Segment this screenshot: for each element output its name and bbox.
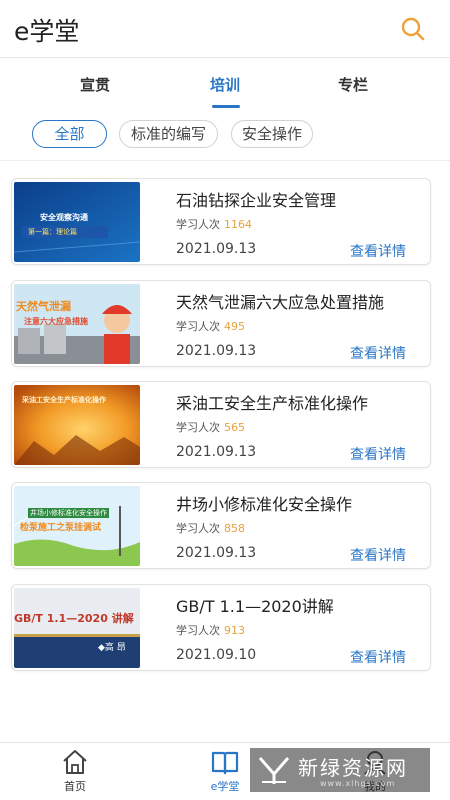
chip-all[interactable]: 全部 (32, 120, 107, 148)
learn-count: 565 (224, 421, 245, 434)
active-tab-indicator (212, 105, 240, 108)
thumb-text: 井场小修标准化安全操作 (28, 508, 109, 518)
view-detail-link[interactable]: 查看详情 (350, 647, 406, 667)
learn-count-row: 学习人次 495 (176, 320, 245, 333)
divider (0, 160, 450, 161)
course-date: 2021.09.13 (176, 241, 257, 257)
thumb-subtext: 注意六大应急措施 (24, 317, 88, 326)
thumb-text: GB/T 1.1—2020 讲解 (14, 612, 134, 625)
thumb-subtext: 检泵施工之泵挂调试 (20, 523, 102, 533)
learn-count: 913 (224, 624, 245, 637)
thumb-text: 采油工安全生产标准化操作 (22, 396, 106, 404)
course-thumbnail: 采油工安全生产标准化操作 (14, 385, 140, 465)
learn-count-row: 学习人次 565 (176, 421, 245, 434)
learn-count: 858 (224, 522, 245, 535)
chip-safety-operation[interactable]: 安全操作 (231, 120, 313, 148)
thumb-text: 安全观察沟通 (40, 213, 88, 222)
course-date: 2021.09.13 (176, 444, 257, 460)
view-detail-link[interactable]: 查看详情 (350, 545, 406, 565)
course-thumbnail: 安全观察沟通 第一篇：理论篇 (14, 182, 140, 262)
course-thumbnail: GB/T 1.1—2020 讲解 ◆高 昂 (14, 588, 140, 668)
course-title: 天然气泄漏六大应急处置措施 (176, 293, 385, 312)
view-detail-link[interactable]: 查看详情 (350, 444, 406, 464)
watermark-sub: www.xlhgs.com (320, 779, 396, 788)
course-card[interactable]: GB/T 1.1—2020 讲解 ◆高 昂 GB/T 1.1—2020讲解 学习… (11, 584, 431, 671)
course-date: 2021.09.13 (176, 343, 257, 359)
learn-count-row: 学习人次 1164 (176, 218, 252, 231)
thumb-text: 天然气泄漏 (16, 300, 71, 313)
app-header: e学堂 (0, 0, 450, 58)
thumb-subtext: 第一篇：理论篇 (28, 228, 77, 236)
tab-xuanguan[interactable]: 宣贯 (55, 74, 135, 95)
learn-count: 1164 (224, 218, 252, 231)
course-card[interactable]: 天然气泄漏 注意六大应急措施 天然气泄漏六大应急处置措施 学习人次 495 202… (11, 280, 431, 367)
chip-standard-writing[interactable]: 标准的编写 (119, 120, 218, 148)
tab-peixun[interactable]: 培训 (185, 74, 265, 95)
search-icon[interactable] (400, 16, 426, 42)
course-thumbnail: 天然气泄漏 注意六大应急措施 (14, 284, 140, 364)
learn-count-row: 学习人次 913 (176, 624, 245, 637)
learn-count-row: 学习人次 858 (176, 522, 245, 535)
course-card[interactable]: 井场小修标准化安全操作 检泵施工之泵挂调试 井场小修标准化安全操作 学习人次 85… (11, 482, 431, 569)
course-title: 采油工安全生产标准化操作 (176, 394, 369, 413)
course-title: GB/T 1.1—2020讲解 (176, 597, 334, 616)
course-thumbnail: 井场小修标准化安全操作 检泵施工之泵挂调试 (14, 486, 140, 566)
home-icon (63, 750, 87, 774)
course-card[interactable]: 采油工安全生产标准化操作 采油工安全生产标准化操作 学习人次 565 2021.0… (11, 381, 431, 468)
course-date: 2021.09.13 (176, 545, 257, 561)
learn-count: 495 (224, 320, 245, 333)
nav-home[interactable]: 首页 (40, 747, 110, 794)
thumb-subtext: ◆高 昂 (98, 643, 126, 653)
tab-zhuanlan[interactable]: 专栏 (313, 74, 393, 95)
course-title: 井场小修标准化安全操作 (176, 495, 353, 514)
course-card[interactable]: 安全观察沟通 第一篇：理论篇 石油钻探企业安全管理 学习人次 1164 2021.… (11, 178, 431, 265)
watermark: 新绿资源网 www.xlhgs.com (250, 748, 430, 792)
course-date: 2021.09.10 (176, 647, 257, 663)
watermark-logo-icon (258, 757, 290, 784)
app-title: e学堂 (14, 17, 80, 46)
view-detail-link[interactable]: 查看详情 (350, 241, 406, 261)
book-icon (211, 751, 239, 775)
course-title: 石油钻探企业安全管理 (176, 191, 337, 210)
filter-chips: 全部 标准的编写 安全操作 (0, 116, 450, 156)
category-tabs: 宣贯 培训 专栏 (0, 58, 450, 110)
nav-home-label: 首页 (64, 780, 86, 793)
watermark-text: 新绿资源网 (298, 756, 408, 780)
view-detail-link[interactable]: 查看详情 (350, 343, 406, 363)
